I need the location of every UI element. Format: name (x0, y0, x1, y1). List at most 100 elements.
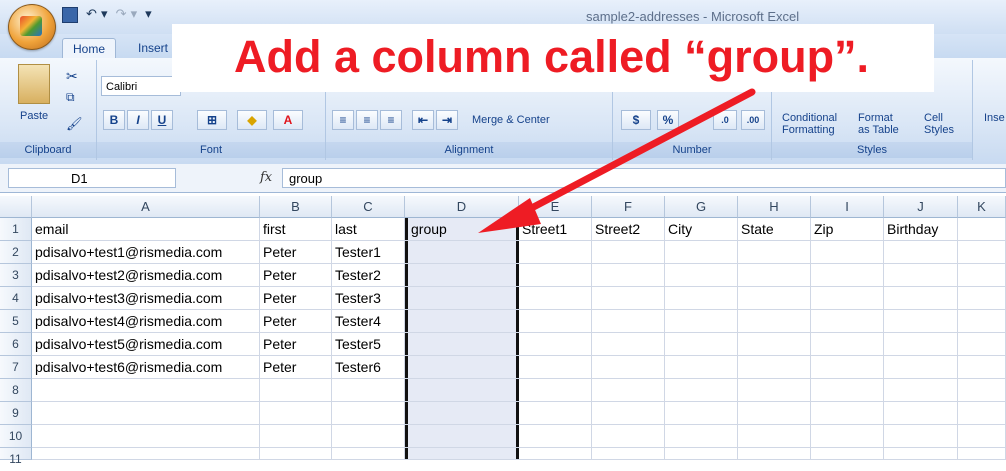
cell-b8[interactable] (260, 379, 332, 402)
cell-e4[interactable] (519, 287, 592, 310)
cell-h6[interactable] (738, 333, 811, 356)
cell-g8[interactable] (665, 379, 738, 402)
cell-h11[interactable] (738, 448, 811, 460)
cell-b6[interactable]: Peter (260, 333, 332, 356)
cell-c7[interactable]: Tester6 (332, 356, 405, 379)
cell-styles-button[interactable]: Cell Styles (924, 112, 954, 136)
column-header-j[interactable]: J (884, 196, 958, 218)
cell-g6[interactable] (665, 333, 738, 356)
customize-toolbar-icon[interactable]: ▾ (145, 7, 152, 23)
cell-c1[interactable]: last (332, 218, 405, 241)
cell-j5[interactable] (884, 310, 958, 333)
cell-c5[interactable]: Tester4 (332, 310, 405, 333)
cell-g3[interactable] (665, 264, 738, 287)
cell-d3[interactable] (405, 264, 519, 287)
bold-button[interactable]: B (103, 110, 125, 130)
cell-e8[interactable] (519, 379, 592, 402)
row-header[interactable]: 11 (0, 448, 32, 466)
cell-j8[interactable] (884, 379, 958, 402)
merge-center-button[interactable]: Merge & Center (472, 114, 550, 126)
cell-j7[interactable] (884, 356, 958, 379)
column-header-b[interactable]: B (260, 196, 332, 218)
cell-i7[interactable] (811, 356, 884, 379)
column-header-g[interactable]: G (665, 196, 738, 218)
cell-f1[interactable]: Street2 (592, 218, 665, 241)
cell-g5[interactable] (665, 310, 738, 333)
row-header[interactable]: 6 (0, 333, 32, 356)
cell-i2[interactable] (811, 241, 884, 264)
cell-h2[interactable] (738, 241, 811, 264)
cell-k4[interactable] (958, 287, 1006, 310)
row-header[interactable]: 1 (0, 218, 32, 241)
cell-c2[interactable]: Tester1 (332, 241, 405, 264)
cell-b3[interactable]: Peter (260, 264, 332, 287)
cell-g2[interactable] (665, 241, 738, 264)
cell-k9[interactable] (958, 402, 1006, 425)
cell-a4[interactable]: pdisalvo+test3@rismedia.com (32, 287, 260, 310)
cell-d9[interactable] (405, 402, 519, 425)
office-button[interactable] (8, 4, 56, 50)
cell-g7[interactable] (665, 356, 738, 379)
row-header[interactable]: 7 (0, 356, 32, 379)
cell-g11[interactable] (665, 448, 738, 460)
column-header-d[interactable]: D (405, 196, 519, 218)
cell-d4[interactable] (405, 287, 519, 310)
cell-e5[interactable] (519, 310, 592, 333)
cell-b1[interactable]: first (260, 218, 332, 241)
currency-button[interactable]: $ (621, 110, 651, 130)
font-color-icon[interactable]: A (273, 110, 303, 130)
cell-d6[interactable] (405, 333, 519, 356)
cell-i6[interactable] (811, 333, 884, 356)
paste-button[interactable]: Paste (20, 110, 48, 122)
cell-a5[interactable]: pdisalvo+test4@rismedia.com (32, 310, 260, 333)
decrease-decimal-icon[interactable]: .00 (741, 110, 765, 130)
cell-a3[interactable]: pdisalvo+test2@rismedia.com (32, 264, 260, 287)
cell-i10[interactable] (811, 425, 884, 448)
cell-c9[interactable] (332, 402, 405, 425)
column-header-a[interactable]: A (32, 196, 260, 218)
row-header[interactable]: 3 (0, 264, 32, 287)
cell-h5[interactable] (738, 310, 811, 333)
redo-icon[interactable]: ↷ ▾ (116, 7, 138, 23)
cell-f7[interactable] (592, 356, 665, 379)
paste-icon[interactable] (18, 64, 50, 104)
cell-i5[interactable] (811, 310, 884, 333)
cell-h9[interactable] (738, 402, 811, 425)
cell-c6[interactable]: Tester5 (332, 333, 405, 356)
save-icon[interactable] (62, 7, 78, 23)
cell-f8[interactable] (592, 379, 665, 402)
cell-j3[interactable] (884, 264, 958, 287)
cell-e2[interactable] (519, 241, 592, 264)
cell-k10[interactable] (958, 425, 1006, 448)
cell-i8[interactable] (811, 379, 884, 402)
percent-button[interactable]: % (657, 110, 679, 130)
cell-f5[interactable] (592, 310, 665, 333)
conditional-formatting-button[interactable]: Conditional Formatting (782, 112, 837, 136)
column-header-e[interactable]: E (519, 196, 592, 218)
cell-d11[interactable] (405, 448, 519, 460)
cell-j2[interactable] (884, 241, 958, 264)
cell-a11[interactable] (32, 448, 260, 460)
column-header-f[interactable]: F (592, 196, 665, 218)
align-right-icon[interactable]: ≡ (380, 110, 402, 130)
select-all-corner[interactable] (0, 196, 32, 218)
cell-d10[interactable] (405, 425, 519, 448)
cell-c3[interactable]: Tester2 (332, 264, 405, 287)
row-header[interactable]: 4 (0, 287, 32, 310)
borders-icon[interactable]: ⊞ (197, 110, 227, 130)
underline-button[interactable]: U (151, 110, 173, 130)
increase-decimal-icon[interactable]: .0 (713, 110, 737, 130)
cell-h10[interactable] (738, 425, 811, 448)
cell-e1[interactable]: Street1 (519, 218, 592, 241)
align-center-icon[interactable]: ≡ (356, 110, 378, 130)
cell-e3[interactable] (519, 264, 592, 287)
cell-j4[interactable] (884, 287, 958, 310)
column-header-h[interactable]: H (738, 196, 811, 218)
copy-icon[interactable]: ⧉ (66, 90, 75, 105)
row-header[interactable]: 8 (0, 379, 32, 402)
cell-f6[interactable] (592, 333, 665, 356)
cell-k8[interactable] (958, 379, 1006, 402)
cell-k2[interactable] (958, 241, 1006, 264)
cell-g1[interactable]: City (665, 218, 738, 241)
row-header[interactable]: 5 (0, 310, 32, 333)
